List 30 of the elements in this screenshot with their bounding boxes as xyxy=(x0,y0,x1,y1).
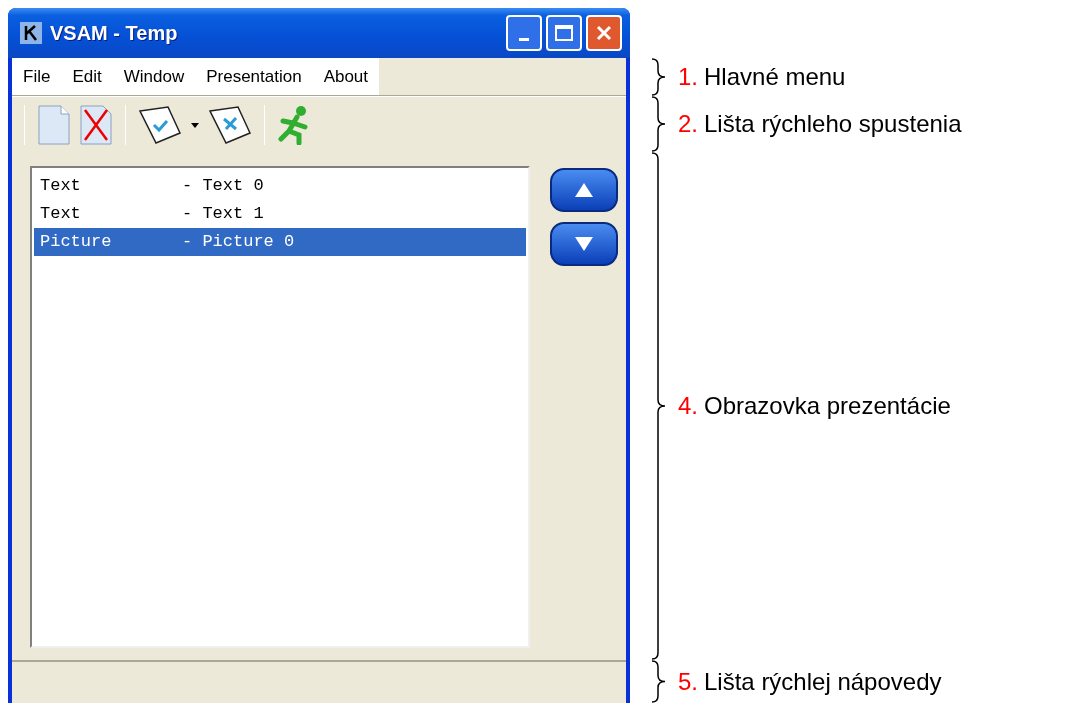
move-up-button[interactable] xyxy=(550,168,618,212)
menu-item[interactable]: Edit xyxy=(61,63,113,90)
annotation-label: Obrazovka prezentácie xyxy=(704,391,951,421)
list-item[interactable]: Text - Text 1 xyxy=(34,200,526,228)
app-logo-icon xyxy=(20,22,42,44)
maximize-button[interactable] xyxy=(546,15,582,51)
menu-item[interactable]: Presentation xyxy=(195,63,313,90)
annotation-number: 1. xyxy=(678,62,698,92)
up-triangle-icon xyxy=(574,182,594,198)
annotation-label: Hlavné menu xyxy=(704,62,846,92)
checked-frame-icon[interactable] xyxy=(138,104,182,145)
down-triangle-icon xyxy=(574,236,594,252)
menu-item[interactable]: File xyxy=(12,63,62,90)
annotation-number: 4. xyxy=(678,391,698,421)
close-icon xyxy=(595,24,613,42)
menu-item[interactable]: About xyxy=(312,63,380,90)
annotation-number: 5. xyxy=(678,666,698,697)
move-down-button[interactable] xyxy=(550,222,618,266)
list-item[interactable]: Text - Text 0 xyxy=(34,172,526,200)
dropdown-caret-icon[interactable] xyxy=(190,120,200,129)
menu-item[interactable]: Window xyxy=(112,63,196,90)
delete-document-icon[interactable] xyxy=(79,103,113,146)
annotation-label: Lišta rýchlej nápovedy xyxy=(704,666,942,697)
list-item[interactable]: Picture - Picture 0 xyxy=(34,228,526,256)
crossed-frame-icon[interactable] xyxy=(208,104,252,145)
close-button[interactable] xyxy=(586,15,622,51)
annotation-number: 2. xyxy=(678,109,698,139)
annotation-label: Lišta rýchleho spustenia xyxy=(704,109,962,139)
minimize-button[interactable] xyxy=(506,15,542,51)
window-title: VSAM - Temp xyxy=(50,21,178,46)
